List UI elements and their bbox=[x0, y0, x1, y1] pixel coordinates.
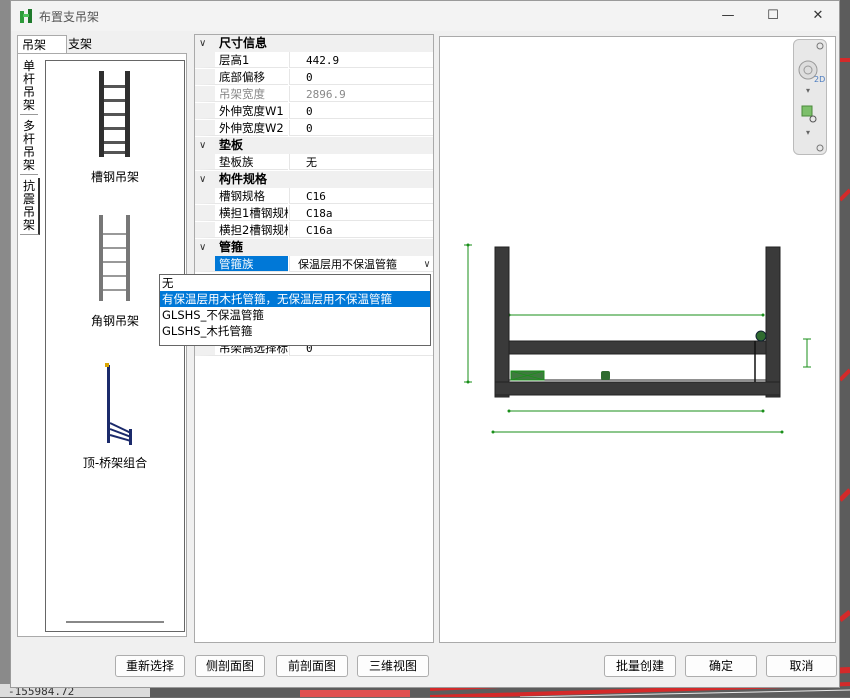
preview-panel: 2D ▾ ▾ bbox=[439, 36, 836, 643]
dropdown-option[interactable]: GLSHS_木托管箍 bbox=[160, 323, 430, 339]
tab-support[interactable]: 支架 bbox=[64, 35, 116, 54]
collapse-icon[interactable]: ∨ bbox=[199, 171, 211, 188]
category-dimensions[interactable]: ∨ 尺寸信息 bbox=[195, 35, 433, 52]
ok-button[interactable]: 确定 bbox=[685, 655, 757, 677]
prop-row[interactable]: 层高1 442.9 bbox=[195, 52, 433, 69]
top-tray-combo-icon bbox=[105, 363, 132, 445]
app-icon bbox=[20, 9, 32, 23]
prop-row[interactable]: 外伸宽度W2 0 bbox=[195, 120, 433, 137]
svg-text:▾: ▾ bbox=[806, 86, 810, 95]
vtab-multi-rod[interactable]: 多杆吊架 bbox=[20, 118, 38, 175]
category-spec[interactable]: ∨ 构件规格 bbox=[195, 171, 433, 188]
maximize-button[interactable]: ☐ bbox=[762, 5, 784, 27]
collapse-icon[interactable]: ∨ bbox=[199, 239, 211, 256]
cancel-button[interactable]: 取消 bbox=[766, 655, 837, 677]
dropdown-option[interactable]: 有保温层用木托管箍，无保温层用不保温管箍 bbox=[160, 291, 430, 307]
channel-hanger-icon bbox=[99, 71, 130, 157]
prop-row[interactable]: 横担2槽钢规格 C16a bbox=[195, 222, 433, 239]
prop-row[interactable]: 垫板族无 bbox=[195, 154, 433, 171]
view-nav-icons: 2D ▾ ▾ bbox=[798, 42, 825, 152]
item-label: 顶-桥架组合 bbox=[82, 456, 148, 470]
hanger-section-drawing bbox=[464, 243, 811, 434]
prop-row[interactable]: 槽钢规格 C16 bbox=[195, 188, 433, 205]
category-pad[interactable]: ∨ 垫板 bbox=[195, 137, 433, 154]
prop-row-clamp-family[interactable]: 管箍族 保温层用不保温管箍 ∨ bbox=[195, 256, 433, 273]
svg-text:▾: ▾ bbox=[806, 128, 810, 137]
clamp-family-select[interactable]: 保温层用不保温管箍 ∨ bbox=[289, 256, 433, 272]
chevron-down-icon[interactable]: ∨ bbox=[424, 256, 430, 271]
dropdown-option[interactable]: GLSHS_不保温管箍 bbox=[160, 307, 430, 323]
vertical-tabs: 单杆吊架 多杆吊架 抗震吊架 bbox=[20, 58, 44, 238]
window-title: 布置支吊架 bbox=[39, 10, 100, 24]
front-section-button[interactable]: 前剖面图 bbox=[276, 655, 348, 677]
list-item-top-tray-combo[interactable]: 顶-桥架组合 bbox=[46, 363, 184, 471]
vtab-single-rod[interactable]: 单杆吊架 bbox=[20, 58, 38, 115]
tab-hanger[interactable]: 吊架 bbox=[17, 35, 67, 54]
navigation-bar: 2D ▾ ▾ bbox=[793, 39, 827, 155]
side-section-button[interactable]: 侧剖面图 bbox=[195, 655, 265, 677]
reselect-button[interactable]: 重新选择 bbox=[115, 655, 185, 677]
item-label: 槽钢吊架 bbox=[90, 170, 139, 184]
hanger-list: 槽钢吊架 角钢吊架 顶-桥架组合 bbox=[45, 60, 185, 632]
prop-row[interactable]: 横担1槽钢规格 C18a bbox=[195, 205, 433, 222]
vtab-seismic[interactable]: 抗震吊架 bbox=[20, 178, 40, 235]
batch-create-button[interactable]: 批量创建 bbox=[604, 655, 676, 677]
3d-view-button[interactable]: 三维视图 bbox=[357, 655, 429, 677]
list-item-channel-hanger[interactable]: 槽钢吊架 bbox=[46, 69, 184, 185]
category-clamp[interactable]: ∨ 管箍 bbox=[195, 239, 433, 256]
prop-row[interactable]: 底部偏移 0 bbox=[195, 69, 433, 86]
clamp-family-dropdown: 无 有保温层用木托管箍，无保温层用不保温管箍 GLSHS_不保温管箍 GLSHS… bbox=[159, 274, 431, 346]
title-bar: 布置支吊架 — ☐ ✕ bbox=[11, 1, 839, 31]
dialog-window: 布置支吊架 — ☐ ✕ 吊架 支架 单杆吊架 多杆吊架 抗震吊架 槽钢吊架 角钢… bbox=[10, 0, 840, 688]
minimize-button[interactable]: — bbox=[717, 5, 739, 27]
collapse-icon[interactable]: ∨ bbox=[199, 137, 211, 154]
dropdown-option[interactable]: 无 bbox=[160, 275, 430, 291]
horizontal-scrollbar[interactable] bbox=[66, 621, 164, 623]
prop-row[interactable]: 外伸宽度W1 0 bbox=[195, 103, 433, 120]
collapse-icon[interactable]: ∨ bbox=[199, 35, 211, 52]
close-button[interactable]: ✕ bbox=[807, 5, 829, 27]
angle-hanger-icon bbox=[99, 215, 130, 301]
prop-row[interactable]: 吊架宽度 2896.9 bbox=[195, 86, 433, 103]
nav-2d-badge: 2D bbox=[814, 75, 825, 84]
